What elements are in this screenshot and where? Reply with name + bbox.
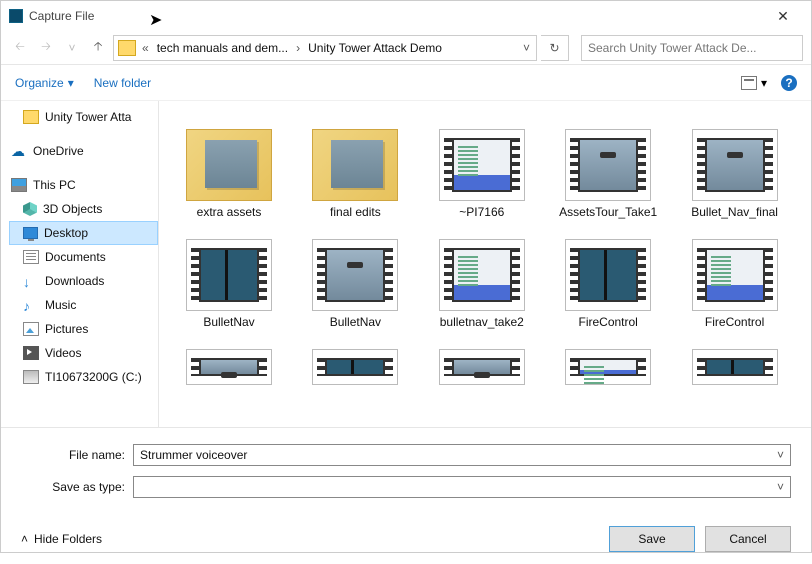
file-item[interactable]: bulletnav_take2 [422, 223, 542, 329]
folder-icon [23, 110, 39, 124]
nav-tree: Unity Tower Atta OneDrive This PC 3D Obj… [1, 101, 159, 427]
video-thumb [439, 239, 525, 311]
tree-item-videos[interactable]: Videos [9, 341, 158, 365]
video-thumb [565, 239, 651, 311]
file-item[interactable]: BulletNav [295, 223, 415, 329]
file-item[interactable]: extra assets [169, 113, 289, 219]
video-thumb [439, 129, 525, 201]
tree-item-documents[interactable]: Documents [9, 245, 158, 269]
main-area: Unity Tower Atta OneDrive This PC 3D Obj… [1, 101, 811, 427]
inputs-area: File name: Strummer voiceover ˅ Save as … [1, 427, 811, 514]
saveas-label: Save as type: [21, 480, 133, 494]
up-button[interactable]: 🡡 [87, 37, 109, 59]
app-icon [9, 9, 23, 23]
file-grid: extra assets final edits ~PI7166 AssetsT… [159, 101, 811, 427]
chevron-up-icon: ˄ [21, 532, 28, 546]
chevron-down-icon[interactable]: ˅ [777, 480, 784, 494]
close-button[interactable]: ✕ [763, 8, 803, 25]
footer: ˄ Hide Folders Save Cancel [1, 514, 811, 564]
help-button[interactable]: ? [781, 75, 797, 91]
chevron-right-icon: › [294, 41, 302, 55]
folder-thumb [312, 129, 398, 201]
video-thumb [439, 349, 525, 385]
breadcrumb-2[interactable]: Unity Tower Attack Demo [302, 41, 448, 55]
documents-icon [23, 250, 39, 264]
new-folder-button[interactable]: New folder [94, 76, 151, 90]
pictures-icon [23, 322, 39, 336]
file-item[interactable] [169, 333, 289, 385]
tree-item-downloads[interactable]: Downloads [9, 269, 158, 293]
tree-item-pictures[interactable]: Pictures [9, 317, 158, 341]
file-item[interactable]: final edits [295, 113, 415, 219]
breadcrumb-1[interactable]: tech manuals and dem... [151, 41, 294, 55]
address-dropdown[interactable]: ˅ [517, 41, 536, 55]
chevron-down-icon[interactable]: ˅ [777, 448, 784, 462]
search-input[interactable]: Search Unity Tower Attack De... [581, 35, 803, 61]
onedrive-icon [11, 144, 27, 158]
view-button[interactable]: ▾ [741, 76, 767, 90]
save-button[interactable]: Save [609, 526, 695, 552]
pc-icon [11, 178, 27, 192]
address-bar[interactable]: « tech manuals and dem... › Unity Tower … [113, 35, 537, 61]
file-item[interactable] [675, 333, 795, 385]
crumb-back-icon[interactable]: « [140, 41, 151, 55]
video-thumb [692, 239, 778, 311]
tree-item-folder[interactable]: Unity Tower Atta [9, 105, 158, 129]
video-thumb [186, 349, 272, 385]
file-item[interactable]: Bullet_Nav_final [675, 113, 795, 219]
desktop-icon [23, 227, 38, 239]
video-thumb [692, 129, 778, 201]
tree-item-desktop[interactable]: Desktop [9, 221, 158, 245]
video-thumb [692, 349, 778, 385]
saveas-input[interactable]: ˅ [133, 476, 791, 498]
video-thumb [312, 349, 398, 385]
folder-thumb [186, 129, 272, 201]
recent-dropdown[interactable]: ˅ [61, 37, 83, 59]
search-placeholder: Search Unity Tower Attack De... [588, 41, 757, 55]
video-thumb [565, 349, 651, 385]
drive-icon [23, 370, 39, 384]
file-item[interactable]: BulletNav [169, 223, 289, 329]
view-icon [741, 76, 757, 90]
hide-folders-button[interactable]: ˄ Hide Folders [21, 532, 102, 546]
music-icon [23, 298, 39, 312]
tree-item-thispc[interactable]: This PC [9, 173, 158, 197]
tree-item-onedrive[interactable]: OneDrive [9, 139, 158, 163]
cube-icon [23, 202, 37, 216]
video-thumb [565, 129, 651, 201]
back-button[interactable]: 🡠 [9, 37, 31, 59]
filename-input[interactable]: Strummer voiceover ˅ [133, 444, 791, 466]
videos-icon [23, 346, 39, 360]
folder-icon [118, 40, 136, 56]
file-item[interactable] [548, 333, 668, 385]
file-item[interactable] [295, 333, 415, 385]
file-item[interactable]: ~PI7166 [422, 113, 542, 219]
cancel-button[interactable]: Cancel [705, 526, 791, 552]
tree-item-drive[interactable]: TI10673200G (C:) [9, 365, 158, 389]
tree-item-3dobjects[interactable]: 3D Objects [9, 197, 158, 221]
file-item[interactable]: AssetsTour_Take1 [548, 113, 668, 219]
filename-label: File name: [21, 448, 133, 462]
forward-button[interactable]: 🡢 [35, 37, 57, 59]
window-title: Capture File [29, 9, 94, 23]
video-thumb [186, 239, 272, 311]
refresh-button[interactable]: ↻ [541, 35, 569, 61]
nav-bar: 🡠 🡢 ˅ 🡡 « tech manuals and dem... › Unit… [1, 31, 811, 65]
chevron-down-icon: ▾ [761, 76, 767, 90]
file-item[interactable] [422, 333, 542, 385]
chevron-down-icon: ▾ [68, 76, 74, 90]
toolbar: Organize ▾ New folder ▾ ? [1, 65, 811, 101]
video-thumb [312, 239, 398, 311]
file-item[interactable]: FireControl [675, 223, 795, 329]
downloads-icon [23, 274, 39, 288]
organize-button[interactable]: Organize ▾ [15, 76, 74, 90]
file-item[interactable]: FireControl [548, 223, 668, 329]
tree-item-music[interactable]: Music [9, 293, 158, 317]
title-bar: Capture File ✕ [1, 1, 811, 31]
